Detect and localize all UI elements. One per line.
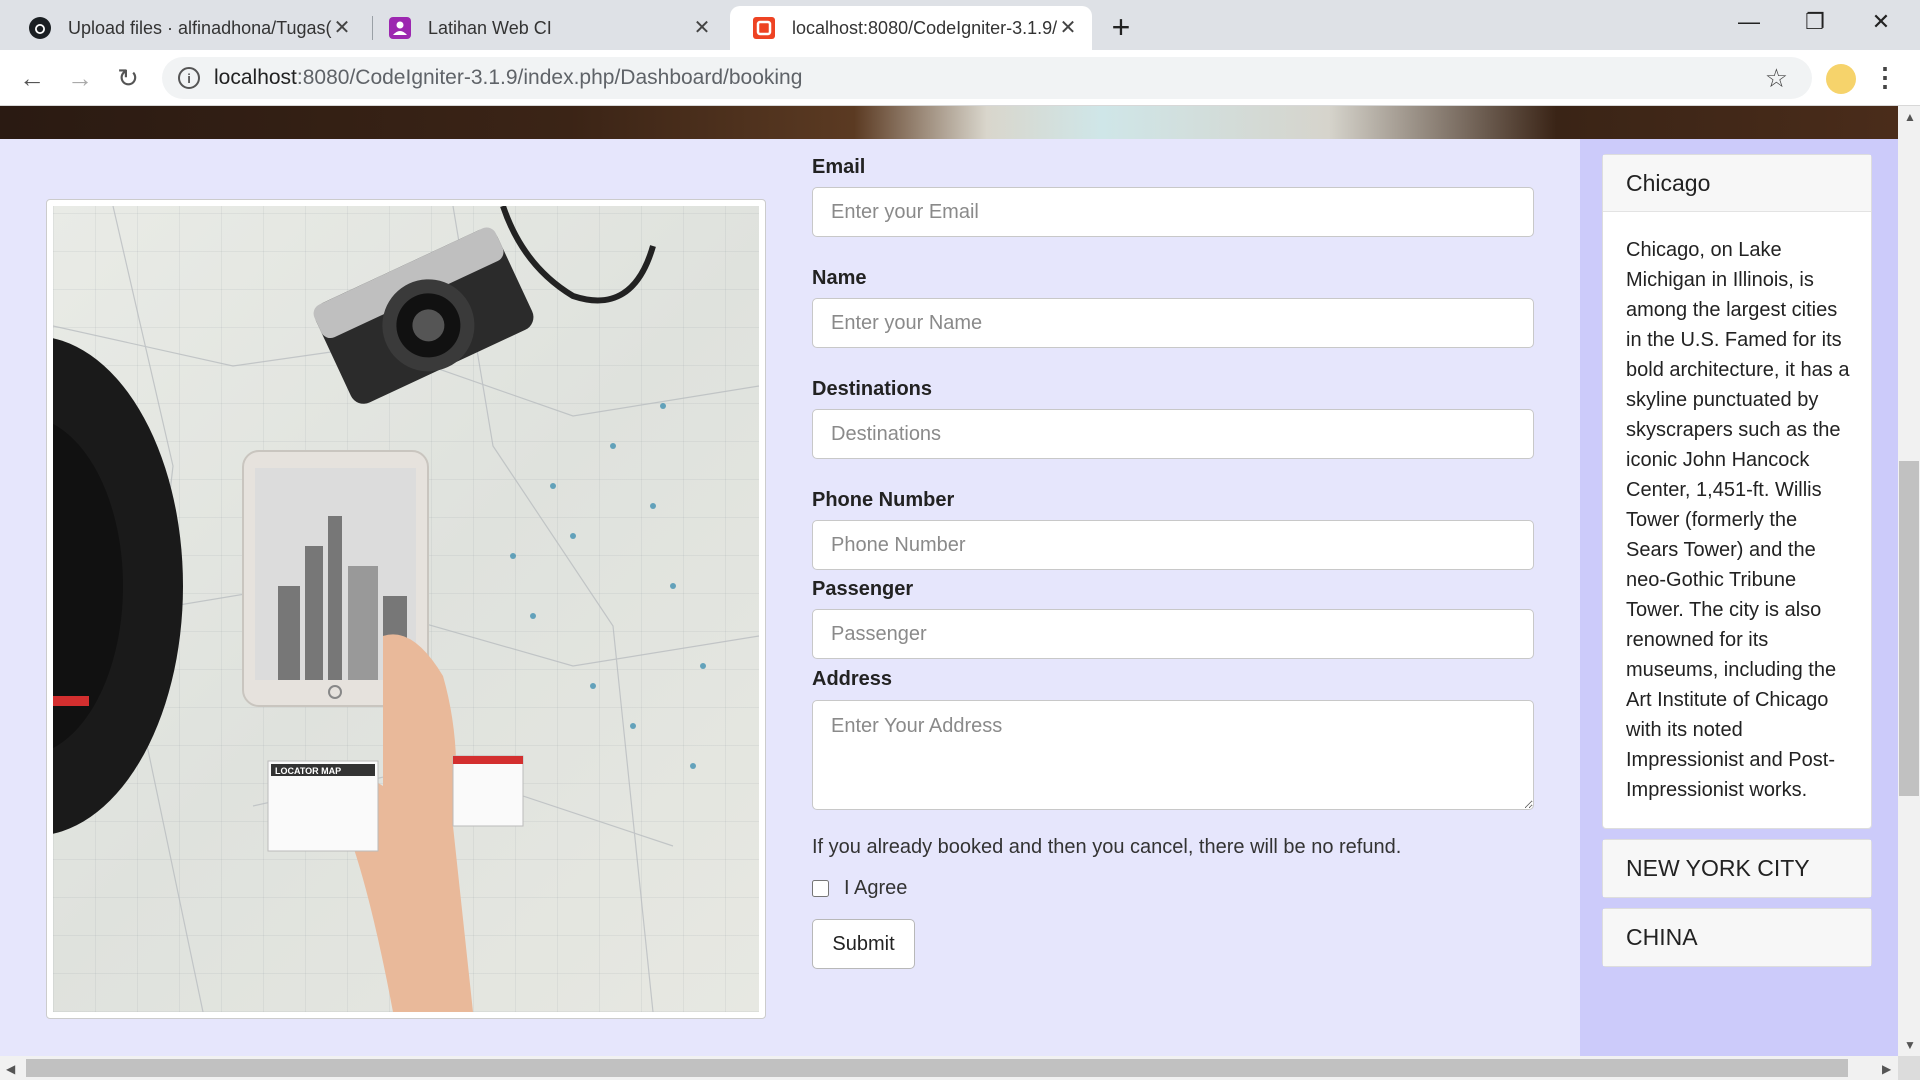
- accordion-header-chicago[interactable]: Chicago: [1603, 155, 1871, 212]
- phone-number-field[interactable]: [812, 520, 1534, 570]
- phone-number-label: Phone Number: [812, 489, 955, 511]
- new-tab-button[interactable]: +: [1101, 8, 1141, 48]
- accordion-item-new-york-city: NEW YORK CITY: [1602, 839, 1872, 898]
- tab-latihan-web-ci[interactable]: Latihan Web CI ✕: [366, 6, 726, 50]
- passenger-label: Passenger: [812, 578, 914, 600]
- codeigniter-icon: [752, 16, 776, 40]
- booking-form: Email Name Destinations Phone Number Pas…: [812, 156, 1534, 969]
- scrollbar-corner: [1898, 1056, 1920, 1080]
- name-label: Name: [812, 267, 867, 289]
- profile-avatar[interactable]: [1826, 64, 1856, 94]
- email-field[interactable]: [812, 187, 1534, 237]
- passenger-field[interactable]: [812, 609, 1534, 659]
- browser-toolbar: ← → ↻ i localhost:8080/CodeIgniter-3.1.9…: [0, 50, 1920, 106]
- destination-accordion: Chicago Chicago, on Lake Michigan in Ill…: [1602, 154, 1872, 977]
- browser-menu-icon[interactable]: ⋮: [1872, 62, 1898, 93]
- address-field[interactable]: [812, 700, 1534, 810]
- reload-icon[interactable]: ↻: [110, 60, 146, 96]
- restore-icon[interactable]: ❐: [1782, 0, 1848, 44]
- travel-photo-frame: LOCATOR MAP: [46, 199, 766, 1019]
- vertical-scroll-thumb[interactable]: [1899, 461, 1919, 796]
- accordion-item-china: CHINA: [1602, 908, 1872, 967]
- submit-button[interactable]: Submit: [812, 919, 915, 969]
- back-arrow-icon[interactable]: ←: [14, 60, 50, 96]
- accordion-body-chicago: Chicago, on Lake Michigan in Illinois, i…: [1626, 239, 1850, 801]
- agree-checkbox[interactable]: [812, 880, 829, 897]
- scroll-up-arrow-icon[interactable]: ▲: [1904, 110, 1916, 124]
- url-text[interactable]: localhost:8080/CodeIgniter-3.1.9/index.p…: [214, 66, 802, 90]
- forward-arrow-icon[interactable]: →: [62, 60, 98, 96]
- address-bar[interactable]: i localhost:8080/CodeIgniter-3.1.9/index…: [162, 57, 1812, 99]
- refund-notice: If you already booked and then you cance…: [812, 836, 1402, 858]
- accordion-header-china[interactable]: CHINA: [1603, 909, 1871, 966]
- email-label: Email: [812, 156, 866, 178]
- minimize-icon[interactable]: —: [1716, 0, 1782, 44]
- agree-row: I Agree: [812, 877, 1534, 900]
- tab-title: localhost:8080/CodeIgniter-3.1.9/: [792, 17, 1058, 38]
- hero-banner-image: [0, 106, 1898, 139]
- classroom-icon: [388, 16, 412, 40]
- travel-photo: LOCATOR MAP: [53, 206, 759, 1012]
- accordion-header-new-york-city[interactable]: NEW YORK CITY: [1603, 840, 1871, 897]
- accordion-item-chicago: Chicago Chicago, on Lake Michigan in Ill…: [1602, 154, 1872, 829]
- url-host: localhost: [214, 66, 297, 89]
- tab-github-upload[interactable]: Upload files · alfinadhona/Tugas( ✕: [6, 6, 366, 50]
- close-tab-icon[interactable]: ✕: [332, 18, 352, 38]
- close-tab-icon[interactable]: ✕: [692, 18, 712, 38]
- page-viewport: LOCATOR MAP Email Name Destinations Phon…: [0, 106, 1898, 1056]
- close-tab-icon[interactable]: ✕: [1058, 18, 1078, 38]
- scroll-right-arrow-icon[interactable]: ▶: [1882, 1062, 1891, 1076]
- destinations-field[interactable]: [812, 409, 1534, 459]
- agree-label[interactable]: I Agree: [844, 877, 907, 900]
- github-icon: [28, 16, 52, 40]
- scroll-down-arrow-icon[interactable]: ▼: [1904, 1038, 1916, 1052]
- bookmark-star-icon[interactable]: ☆: [1765, 63, 1788, 94]
- tab-localhost-booking[interactable]: localhost:8080/CodeIgniter-3.1.9/ ✕: [730, 6, 1092, 50]
- site-info-icon[interactable]: i: [178, 67, 200, 89]
- address-label: Address: [812, 668, 893, 690]
- locator-map-label: LOCATOR MAP: [275, 766, 341, 776]
- horizontal-scroll-thumb[interactable]: [26, 1059, 1848, 1077]
- url-path: :8080/CodeIgniter-3.1.9/index.php/Dashbo…: [296, 66, 803, 89]
- browser-tab-bar: Upload files · alfinadhona/Tugas( ✕ Lati…: [0, 0, 1920, 50]
- name-field[interactable]: [812, 298, 1534, 348]
- tab-title: Latihan Web CI: [428, 17, 552, 38]
- destinations-label: Destinations: [812, 378, 933, 400]
- scroll-left-arrow-icon[interactable]: ◀: [6, 1062, 15, 1076]
- close-window-icon[interactable]: ✕: [1848, 0, 1914, 44]
- tab-title: Upload files · alfinadhona/Tugas(: [68, 17, 332, 38]
